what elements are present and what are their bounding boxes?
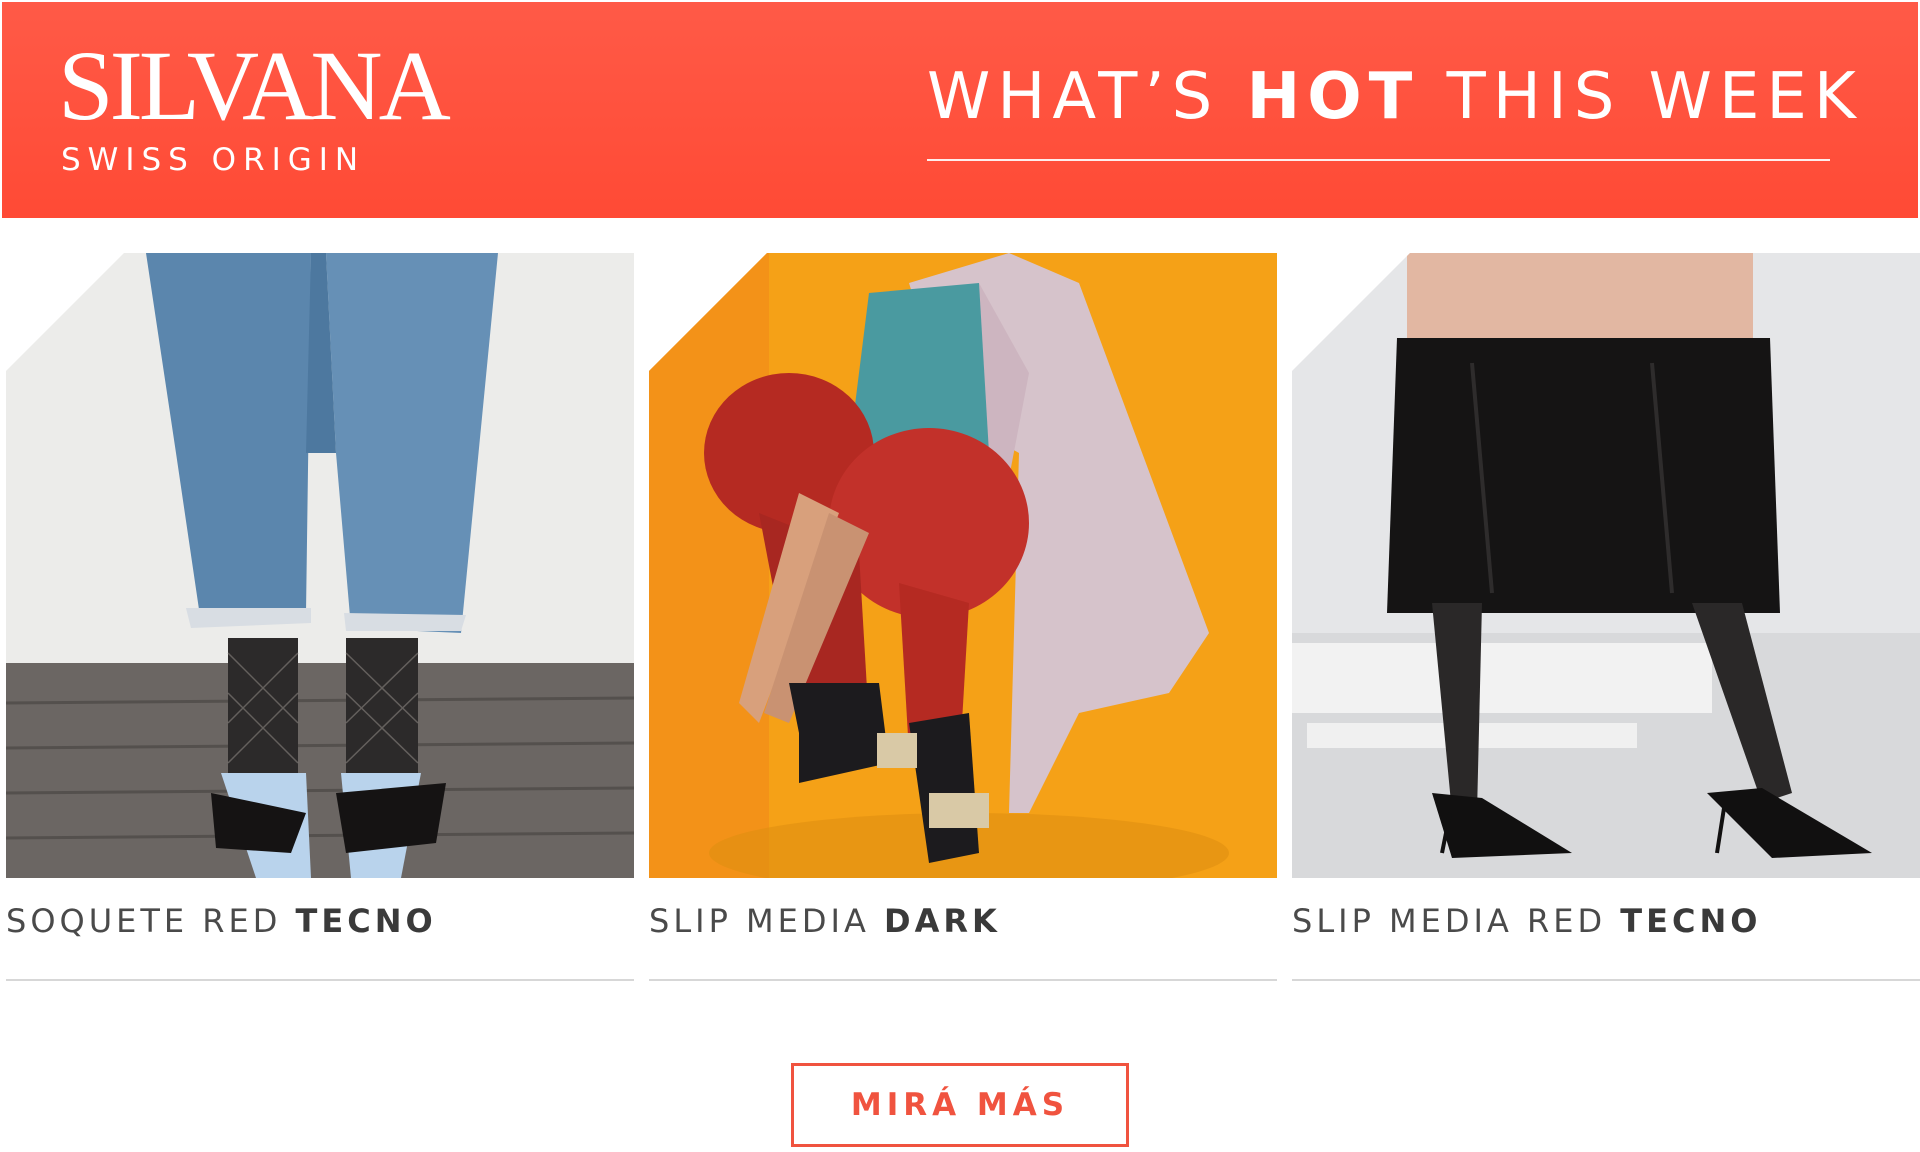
brand-name: SILVANA	[58, 30, 451, 141]
section-headline: WHAT’S HOT THIS WEEK	[927, 60, 1863, 134]
product-name-bold: DARK	[884, 902, 1001, 940]
product-card-1[interactable]: SOQUETE RED TECNO	[6, 253, 634, 981]
product-photo-1[interactable]	[6, 253, 634, 878]
brand-logo[interactable]: SILVANA SWISS ORIGIN	[58, 30, 451, 179]
brand-tagline: SWISS ORIGIN	[61, 142, 366, 178]
product-divider	[649, 979, 1277, 981]
product-name-1[interactable]: SOQUETE RED TECNO	[6, 902, 634, 940]
product-card-2[interactable]: SLIP MEDIA DARK	[649, 253, 1277, 981]
product-divider	[1292, 979, 1920, 981]
see-more-button[interactable]: MIRÁ MÁS	[791, 1063, 1129, 1147]
headline-underline	[927, 159, 1830, 161]
product-name-light: SLIP MEDIA RED	[1292, 902, 1621, 940]
product-name-bold: TECNO	[1620, 902, 1762, 940]
product-divider	[6, 979, 634, 981]
headline-part-2: THIS WEEK	[1419, 60, 1863, 134]
product-name-light: SLIP MEDIA	[649, 902, 885, 940]
product-photo-3[interactable]	[1292, 253, 1920, 878]
product-name-bold: TECNO	[295, 902, 437, 940]
product-card-3[interactable]: SLIP MEDIA RED TECNO	[1292, 253, 1920, 981]
product-name-2[interactable]: SLIP MEDIA DARK	[649, 902, 1277, 940]
product-name-3[interactable]: SLIP MEDIA RED TECNO	[1292, 902, 1920, 940]
header-banner: SILVANA SWISS ORIGIN WHAT’S HOT THIS WEE…	[2, 2, 1918, 218]
product-photo-2[interactable]	[649, 253, 1277, 878]
headline-part-1: WHAT’S	[927, 60, 1247, 134]
headline-emphasis: HOT	[1246, 60, 1420, 134]
product-name-light: SOQUETE RED	[6, 902, 296, 940]
